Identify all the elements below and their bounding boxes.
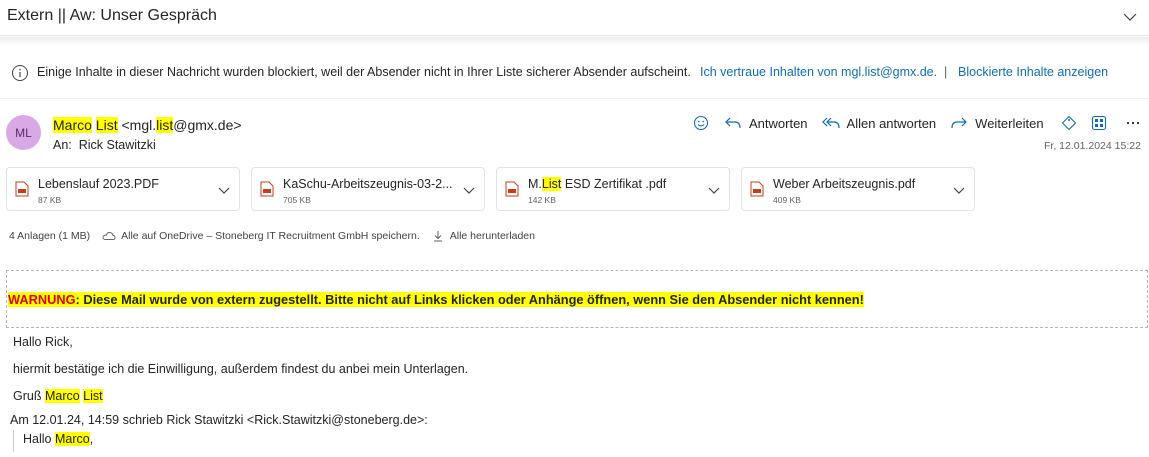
sender-email: <mgl.list@gmx.de> bbox=[121, 117, 242, 133]
tag-icon[interactable] bbox=[1058, 112, 1080, 134]
warning-label: WARNUNG bbox=[8, 292, 76, 307]
quoted-greeting: Hallo Marco, bbox=[23, 432, 94, 446]
warning-text: : Diese Mail wurde von extern zugestellt… bbox=[75, 292, 864, 307]
reply-button[interactable]: Antworten bbox=[724, 116, 808, 131]
message-date: Fr, 12.01.2024 15:22 bbox=[1044, 140, 1141, 152]
sender-last-name: List bbox=[95, 117, 118, 133]
sender-name[interactable]: Marco List <mgl.list@gmx.de> bbox=[53, 117, 242, 133]
to-label: An: bbox=[53, 138, 72, 152]
chevron-down-icon[interactable] bbox=[217, 183, 231, 200]
attachment-name: Weber Arbeitszeugnis.pdf bbox=[773, 177, 916, 191]
recipients: An: Rick Stawitzki bbox=[53, 138, 156, 152]
blocked-content-notice: Einige Inhalte in dieser Nachricht wurde… bbox=[37, 65, 691, 79]
attachment-size: 705 KB bbox=[283, 195, 311, 205]
attachment-size: 87 KB bbox=[38, 195, 62, 205]
pdf-icon bbox=[505, 181, 519, 200]
pdf-icon bbox=[260, 181, 274, 200]
info-icon bbox=[11, 64, 29, 82]
attachment-size: 142 KB bbox=[528, 195, 556, 205]
chevron-down-icon[interactable] bbox=[1120, 7, 1140, 27]
reply-icon bbox=[725, 117, 741, 129]
attachment-name: Lebenslauf 2023.PDF bbox=[38, 177, 159, 191]
download-all-button[interactable]: Alle herunterladen bbox=[432, 230, 535, 242]
body-closing: Gruß Marco List bbox=[13, 389, 103, 403]
reply-all-icon bbox=[821, 117, 840, 129]
forward-button[interactable]: Weiterleiten bbox=[950, 116, 1044, 131]
recipient-name[interactable]: Rick Stawitzki bbox=[79, 138, 156, 152]
show-blocked-content-link[interactable]: Blockierte Inhalte anzeigen bbox=[958, 65, 1108, 79]
forward-icon bbox=[951, 117, 968, 129]
body-greeting: Hallo Rick, bbox=[13, 335, 73, 349]
emoji-reaction-icon[interactable] bbox=[690, 112, 712, 134]
apps-icon[interactable] bbox=[1088, 112, 1110, 134]
save-to-onedrive-button[interactable]: Alle auf OneDrive – Stoneberg IT Recruit… bbox=[102, 230, 420, 242]
attachment-name: M.List ESD Zertifikat .pdf bbox=[528, 177, 667, 191]
email-subject: Extern || Aw: Unser Gespräch bbox=[7, 7, 217, 24]
pdf-icon bbox=[15, 181, 29, 200]
chevron-down-icon[interactable] bbox=[952, 183, 966, 200]
sender-first-name: Marco bbox=[53, 117, 92, 133]
avatar[interactable]: ML bbox=[6, 115, 41, 150]
attachment-card[interactable]: Weber Arbeitszeugnis.pdf 409 KB bbox=[741, 167, 975, 211]
attachment-count: 4 Anlagen (1 MB) bbox=[9, 230, 91, 242]
quote-bar bbox=[13, 430, 14, 452]
reply-all-button[interactable]: Allen antworten bbox=[821, 116, 936, 131]
divider bbox=[0, 98, 1149, 99]
chevron-down-icon[interactable] bbox=[707, 183, 721, 200]
pdf-icon bbox=[750, 181, 764, 200]
attachment-name: KaSchu-Arbeitszeugnis-03-2... bbox=[283, 177, 453, 191]
trust-sender-link[interactable]: Ich vertraue Inhalten von mgl.list@gmx.d… bbox=[700, 65, 937, 79]
message-actions: Antworten Allen antworten Weiterleiten bbox=[690, 112, 1144, 134]
external-mail-warning: WARNUNG: Diese Mail wurde von extern zug… bbox=[8, 292, 864, 307]
attachment-card[interactable]: M.List ESD Zertifikat .pdf 142 KB bbox=[496, 167, 730, 211]
attachment-card[interactable]: Lebenslauf 2023.PDF 87 KB bbox=[6, 167, 240, 211]
header-shadow bbox=[0, 37, 1149, 45]
attachment-card[interactable]: KaSchu-Arbeitszeugnis-03-2... 705 KB bbox=[251, 167, 485, 211]
attachment-summary: 4 Anlagen (1 MB) Alle auf OneDrive – Sto… bbox=[9, 230, 535, 242]
cloud-icon bbox=[102, 232, 116, 240]
attachment-size: 409 KB bbox=[773, 195, 801, 205]
body-text: hiermit bestätige ich die Einwilligung, … bbox=[13, 362, 469, 376]
more-options-icon[interactable] bbox=[1122, 112, 1144, 134]
quote-header: Am 12.01.24, 14:59 schrieb Rick Stawitzk… bbox=[10, 413, 428, 427]
chevron-down-icon[interactable] bbox=[462, 183, 476, 200]
info-separator: | bbox=[944, 65, 948, 79]
download-icon bbox=[433, 231, 442, 242]
